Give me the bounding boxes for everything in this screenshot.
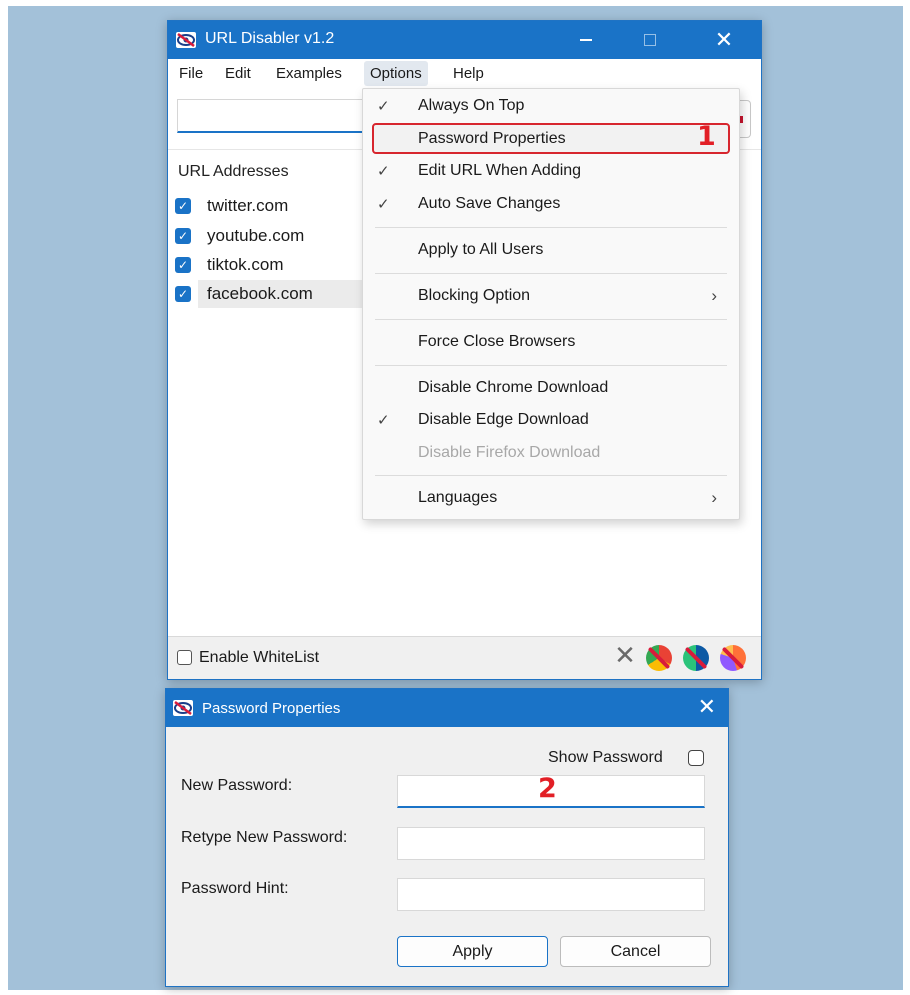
password-properties-dialog: Password Properties ✕ Show Password New … — [165, 688, 729, 987]
menu-always-on-top[interactable]: ✓ Always On Top — [363, 92, 739, 122]
show-password-checkbox[interactable] — [688, 750, 704, 766]
new-password-label: New Password: — [181, 777, 293, 794]
cancel-button[interactable]: Cancel — [560, 936, 711, 967]
close-icon[interactable]: ✕ — [698, 694, 716, 720]
dialog-title-bar[interactable]: Password Properties ✕ — [166, 689, 728, 727]
close-button[interactable]: ✕ — [701, 21, 747, 59]
retype-password-field[interactable] — [397, 827, 705, 860]
menu-item-label: Always On Top — [418, 97, 525, 114]
password-hint-field[interactable] — [397, 878, 705, 911]
firefox-blocked-icon[interactable] — [720, 645, 746, 671]
edge-blocked-icon[interactable] — [683, 645, 709, 671]
menu-examples[interactable]: Examples — [276, 65, 342, 82]
minimize-button[interactable] — [563, 21, 609, 59]
menu-apply-to-all-users[interactable]: Apply to All Users — [363, 236, 739, 266]
minimize-icon — [580, 39, 592, 41]
whitelist-checkbox[interactable] — [177, 650, 192, 665]
menu-item-label: Auto Save Changes — [418, 195, 561, 212]
menu-item-label: Apply to All Users — [418, 241, 544, 258]
url-list-item-selected[interactable]: ✓ facebook.com — [175, 280, 368, 308]
title-bar[interactable]: URL Disabler v1.2 ✕ — [168, 21, 761, 59]
menu-force-close-browsers[interactable]: Force Close Browsers — [363, 328, 739, 358]
check-icon: ✓ — [377, 412, 390, 429]
check-icon: ✓ — [377, 163, 390, 180]
app-eye-icon — [176, 32, 196, 48]
menu-file[interactable]: File — [179, 65, 203, 82]
menu-separator — [375, 273, 727, 274]
password-hint-label: Password Hint: — [181, 880, 289, 897]
step-2-annotation: 2 — [538, 773, 557, 804]
menu-separator — [375, 227, 727, 228]
menu-disable-firefox-download: Disable Firefox Download — [363, 439, 739, 469]
menu-help[interactable]: Help — [453, 65, 484, 82]
menu-item-label: Disable Edge Download — [418, 411, 589, 428]
menu-separator — [375, 475, 727, 476]
checkbox-checked[interactable]: ✓ — [175, 286, 191, 302]
menu-item-label: Disable Firefox Download — [418, 444, 601, 461]
checkbox-checked[interactable]: ✓ — [175, 228, 191, 244]
menu-item-label: Languages — [418, 489, 498, 506]
check-icon: ✓ — [377, 98, 390, 115]
retype-password-label: Retype New Password: — [181, 829, 348, 846]
close-icon: ✕ — [714, 27, 734, 52]
checkbox-checked[interactable]: ✓ — [175, 198, 191, 214]
chevron-right-icon: › — [711, 488, 717, 507]
url-label: facebook.com — [207, 284, 313, 303]
menu-blocking-option[interactable]: Blocking Option › — [363, 282, 739, 312]
menu-item-label: Force Close Browsers — [418, 333, 576, 350]
maximize-button[interactable] — [627, 21, 673, 59]
menu-languages[interactable]: Languages › — [363, 484, 739, 514]
menu-edit-url-when-adding[interactable]: ✓ Edit URL When Adding — [363, 157, 739, 187]
menu-bar: File Edit Examples Options Help — [168, 59, 761, 89]
clear-icon[interactable]: ✕ — [612, 642, 638, 668]
step-1-annotation: 1 — [697, 121, 716, 152]
menu-item-label: Password Properties — [418, 130, 566, 147]
chrome-blocked-icon[interactable] — [646, 645, 672, 671]
dialog-title: Password Properties — [202, 700, 341, 717]
show-password-label[interactable]: Show Password — [548, 749, 663, 767]
dialog-body: Show Password New Password: Retype New P… — [166, 727, 728, 986]
maximize-icon — [644, 34, 656, 46]
menu-disable-edge-download[interactable]: ✓ Disable Edge Download — [363, 406, 739, 436]
menu-item-label: Disable Chrome Download — [418, 379, 609, 396]
menu-item-label: Edit URL When Adding — [418, 162, 582, 179]
menu-auto-save-changes[interactable]: ✓ Auto Save Changes — [363, 190, 739, 220]
url-label: youtube.com — [207, 226, 305, 245]
apply-button[interactable]: Apply — [397, 936, 548, 967]
menu-options[interactable]: Options — [364, 61, 428, 86]
menu-separator — [375, 319, 727, 320]
whitelist-label[interactable]: Enable WhiteList — [199, 649, 319, 667]
menu-separator — [375, 365, 727, 366]
options-dropdown-menu: ✓ Always On Top Password Properties ✓ Ed… — [362, 88, 740, 520]
menu-edit[interactable]: Edit — [225, 65, 251, 82]
status-bar: Enable WhiteList ✕ — [168, 636, 761, 679]
window-title: URL Disabler v1.2 — [205, 30, 335, 47]
menu-disable-chrome-download[interactable]: Disable Chrome Download — [363, 374, 739, 404]
url-label: tiktok.com — [207, 255, 284, 274]
url-list-header: URL Addresses — [178, 163, 289, 180]
app-eye-icon — [173, 700, 193, 716]
chevron-right-icon: › — [711, 286, 717, 305]
menu-item-label: Blocking Option — [418, 287, 531, 304]
check-icon: ✓ — [377, 196, 390, 213]
checkbox-checked[interactable]: ✓ — [175, 257, 191, 273]
url-label: twitter.com — [207, 196, 289, 215]
menu-password-properties[interactable]: Password Properties — [363, 125, 739, 155]
